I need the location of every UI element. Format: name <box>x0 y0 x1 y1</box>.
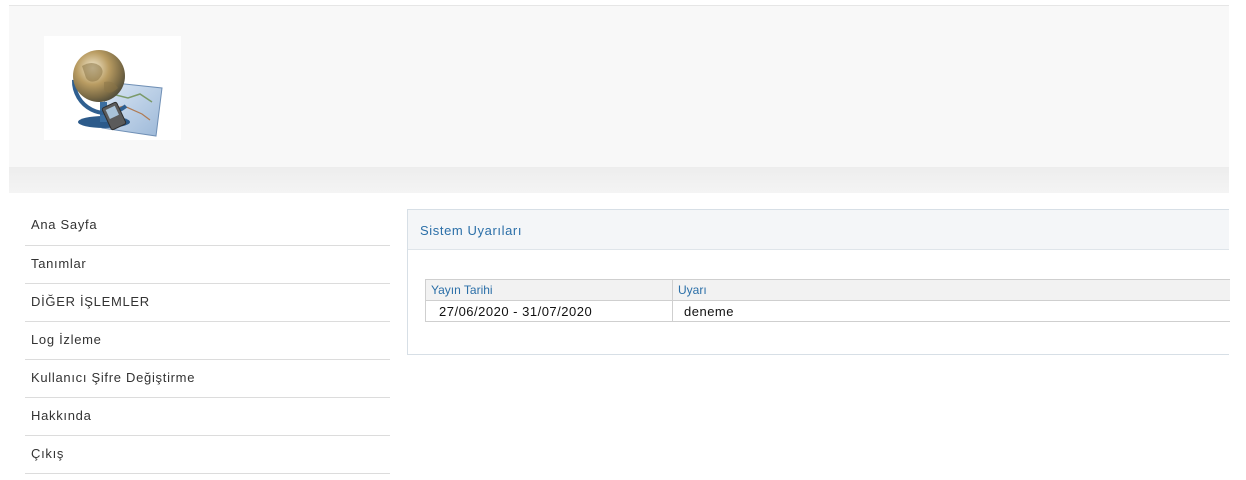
column-header-alert: Uyarı <box>672 279 1230 301</box>
table-header-row: Yayın Tarihi Uyarı <box>425 279 1230 301</box>
sidebar-item-ana-sayfa[interactable]: Ana Sayfa <box>25 208 390 246</box>
sidebar-item-diger-islemler[interactable]: DİĞER İŞLEMLER <box>25 284 390 322</box>
panel-title: Sistem Uyarıları <box>408 210 1229 250</box>
table-cell-alert: deneme <box>672 300 1230 322</box>
sidebar-item-log-izleme[interactable]: Log İzleme <box>25 322 390 360</box>
system-alerts-panel: Sistem Uyarıları Yayın Tarihi Uyarı 27/0… <box>407 209 1230 355</box>
header-divider-strip <box>9 167 1229 193</box>
sidebar-nav: Ana Sayfa Tanımlar DİĞER İŞLEMLER Log İz… <box>25 208 390 474</box>
globe-logo-icon <box>44 36 181 140</box>
page: Ana Sayfa Tanımlar DİĞER İŞLEMLER Log İz… <box>0 0 1246 480</box>
sidebar-item-cikis[interactable]: Çıkış <box>25 436 390 474</box>
sidebar-item-sifre-degistirme[interactable]: Kullanıcı Şifre Değiştirme <box>25 360 390 398</box>
table-cell-publish-date: 27/06/2020 - 31/07/2020 <box>425 300 673 322</box>
sidebar-item-tanimlar[interactable]: Tanımlar <box>25 246 390 284</box>
sidebar-item-hakkinda[interactable]: Hakkında <box>25 398 390 436</box>
table-row: 27/06/2020 - 31/07/2020 deneme <box>425 300 1230 322</box>
header <box>9 5 1229 168</box>
column-header-publish-date: Yayın Tarihi <box>425 279 673 301</box>
alerts-table: Yayın Tarihi Uyarı 27/06/2020 - 31/07/20… <box>425 279 1230 322</box>
